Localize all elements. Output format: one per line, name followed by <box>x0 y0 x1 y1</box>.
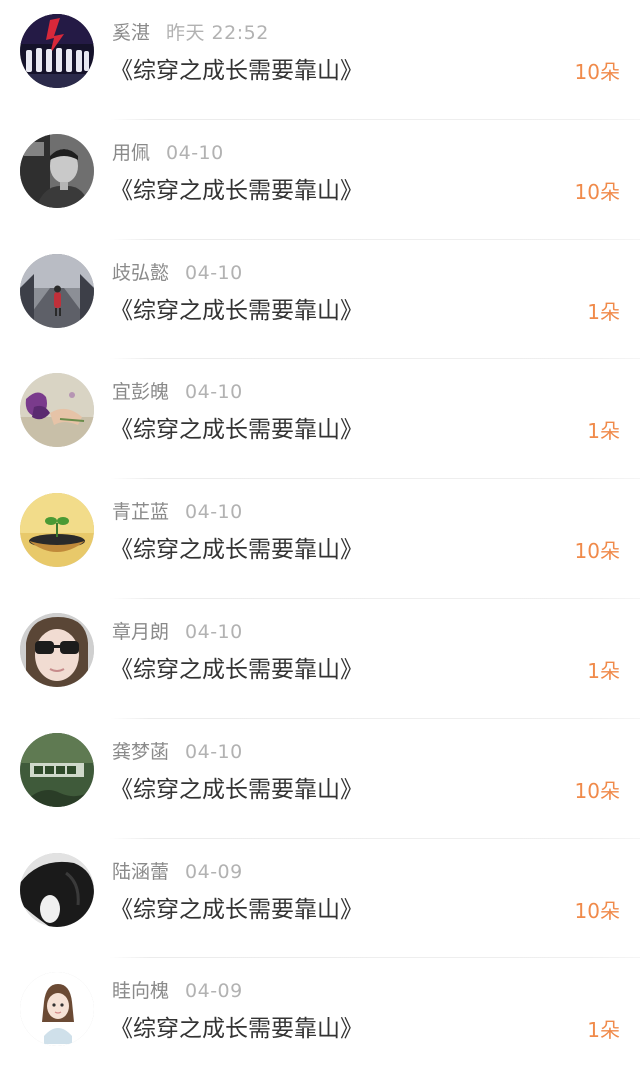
book-title[interactable]: 《综穿之成长需要靠山》 <box>110 174 363 208</box>
flower-amount: 10朵 <box>574 778 620 803</box>
item-meta: 陆涵蕾 04-09 <box>112 859 243 885</box>
item-meta: 章月朗 04-10 <box>112 619 243 645</box>
timestamp: 04-10 <box>185 501 243 524</box>
user-name[interactable]: 用佩 <box>112 142 150 164</box>
item-meta: 青芷蓝 04-10 <box>112 499 243 525</box>
book-title[interactable]: 《综穿之成长需要靠山》 <box>110 893 363 927</box>
user-name[interactable]: 眭向槐 <box>112 980 169 1002</box>
man-portrait-avatar[interactable] <box>20 133 94 208</box>
book-title[interactable]: 《综穿之成长需要靠山》 <box>110 533 363 567</box>
list-item[interactable]: 陆涵蕾 04-09 《综穿之成长需要靠山》 10朵 <box>0 839 640 959</box>
user-name[interactable]: 宜彭魄 <box>112 381 169 403</box>
sprout-pot-avatar[interactable] <box>20 493 94 568</box>
book-title[interactable]: 《综穿之成长需要靠山》 <box>110 413 363 447</box>
flower-amount: 10朵 <box>574 539 620 564</box>
list-item[interactable]: 章月朗 04-10 《综穿之成长需要靠山》 1朵 <box>0 599 640 719</box>
book-title[interactable]: 《综穿之成长需要靠山》 <box>110 1012 363 1046</box>
list-item[interactable]: 用佩 04-10 《综穿之成长需要靠山》 10朵 <box>0 120 640 240</box>
green-text-avatar[interactable] <box>20 732 94 807</box>
item-meta: 眭向槐 04-09 <box>112 978 243 1004</box>
list-item[interactable]: 奚湛 昨天 22:52 《综穿之成长需要靠山》 10朵 <box>0 0 640 120</box>
user-name[interactable]: 陆涵蕾 <box>112 861 169 883</box>
book-title[interactable]: 《综穿之成长需要靠山》 <box>110 773 363 807</box>
timestamp: 04-10 <box>185 620 243 643</box>
list-item[interactable]: 宜彭魄 04-10 《综穿之成长需要靠山》 1朵 <box>0 359 640 479</box>
user-name[interactable]: 奚湛 <box>112 22 150 44</box>
timestamp: 04-10 <box>185 381 243 404</box>
timestamp: 04-10 <box>166 141 224 164</box>
item-meta: 宜彭魄 04-10 <box>112 379 243 405</box>
flower-amount: 1朵 <box>587 658 620 683</box>
flower-amount: 10朵 <box>574 898 620 923</box>
timestamp: 昨天 22:52 <box>166 22 269 44</box>
timestamp: 04-10 <box>185 261 243 284</box>
flower-amount: 10朵 <box>574 179 620 204</box>
flower-amount: 10朵 <box>574 60 620 84</box>
timestamp: 04-09 <box>185 860 243 883</box>
list-item[interactable]: 歧弘懿 04-10 《综穿之成长需要靠山》 1朵 <box>0 240 640 360</box>
flower-amount: 1朵 <box>587 299 620 324</box>
book-title[interactable]: 《综穿之成长需要靠山》 <box>110 54 363 88</box>
user-name[interactable]: 章月朗 <box>112 621 169 643</box>
list-item[interactable]: 青芷蓝 04-10 《综穿之成长需要靠山》 10朵 <box>0 479 640 599</box>
book-title[interactable]: 《综穿之成长需要靠山》 <box>110 294 363 328</box>
cartoon-girl-avatar[interactable] <box>20 972 94 1047</box>
item-meta: 奚湛 昨天 22:52 <box>112 20 269 46</box>
timestamp: 04-09 <box>185 980 243 1003</box>
timestamp: 04-10 <box>185 740 243 763</box>
dark-hair-avatar[interactable] <box>20 852 94 927</box>
street-girl-avatar[interactable] <box>20 253 94 328</box>
item-meta: 龚梦菡 04-10 <box>112 739 243 765</box>
book-title[interactable]: 《综穿之成长需要靠山》 <box>110 653 363 687</box>
gift-record-list: 奚湛 昨天 22:52 《综穿之成长需要靠山》 10朵 用佩 04-10 《综穿之成… <box>0 0 640 1078</box>
user-name[interactable]: 青芷蓝 <box>112 501 169 523</box>
stage-performers-avatar[interactable] <box>20 14 94 88</box>
list-item[interactable]: 眭向槐 04-09 《综穿之成长需要靠山》 1朵 <box>0 958 640 1078</box>
item-meta: 歧弘懿 04-10 <box>112 260 243 286</box>
item-meta: 用佩 04-10 <box>112 140 224 166</box>
flower-amount: 1朵 <box>587 419 620 444</box>
user-name[interactable]: 歧弘懿 <box>112 262 169 284</box>
sunglasses-girl-avatar[interactable] <box>20 612 94 687</box>
flowers-hand-avatar[interactable] <box>20 373 94 448</box>
list-item[interactable]: 龚梦菡 04-10 《综穿之成长需要靠山》 10朵 <box>0 719 640 839</box>
user-name[interactable]: 龚梦菡 <box>112 741 169 763</box>
